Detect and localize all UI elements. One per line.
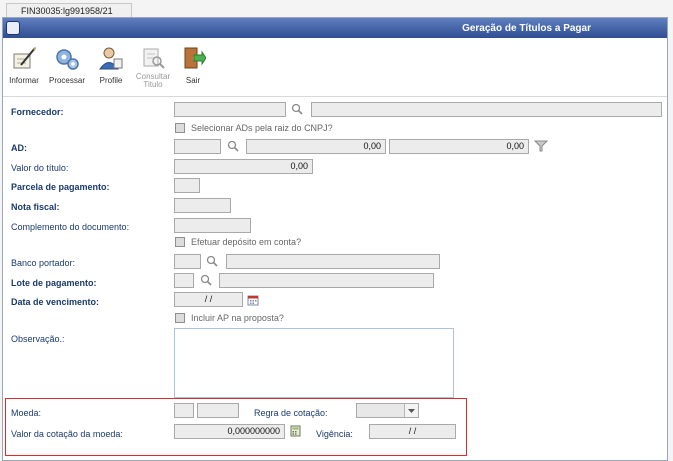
observacao-label: Observação.: <box>11 334 65 344</box>
fornecedor-code-input[interactable] <box>174 102 286 117</box>
banco-portador-name-input[interactable] <box>226 254 440 269</box>
calculator-icon[interactable] <box>290 425 301 437</box>
ad-value2-input[interactable]: 0,00 <box>389 139 529 154</box>
sair-button[interactable]: Sair <box>178 45 208 91</box>
lote-pagamento-label: Lote de pagamento: <box>11 278 97 288</box>
informar-label: Informar <box>9 76 39 85</box>
incluir-ap-checkbox[interactable] <box>175 313 185 323</box>
regra-cotacao-label: Regra de cotação: <box>254 408 328 418</box>
complemento-input[interactable] <box>174 218 251 233</box>
parcela-label: Parcela de pagamento: <box>11 182 110 192</box>
data-vencimento-input[interactable]: / / <box>174 292 243 307</box>
search-icon[interactable] <box>291 103 303 115</box>
window-title: Geração de Títulos a Pagar <box>462 23 591 34</box>
calendar-icon[interactable] <box>247 294 259 306</box>
user-profile-icon <box>99 47 123 70</box>
chevron-down-icon[interactable] <box>404 404 418 417</box>
lote-pagamento-code-input[interactable] <box>174 273 194 288</box>
exit-door-icon <box>184 47 207 69</box>
nota-fiscal-label: Nota fiscal: <box>11 202 60 212</box>
banco-portador-label: Banco portador: <box>11 258 76 268</box>
filter-icon[interactable] <box>534 139 548 153</box>
data-vencimento-label: Data de vencimento: <box>11 297 100 307</box>
ad-code-input[interactable] <box>174 139 221 154</box>
search-icon[interactable] <box>206 255 218 267</box>
consultar-titulo-button[interactable]: Consultar Titulo <box>133 45 173 91</box>
document-search-icon <box>143 48 165 69</box>
profile-label: Profile <box>99 76 123 85</box>
pencil-notepad-icon <box>13 47 36 69</box>
vigencia-input[interactable]: / / <box>369 424 456 439</box>
sair-label: Sair <box>185 76 201 85</box>
moeda-label: Moeda: <box>11 408 42 418</box>
complemento-label: Complemento do documento: <box>11 222 130 232</box>
ad-value1-input[interactable]: 0,00 <box>246 139 386 154</box>
informar-button[interactable]: Informar <box>7 45 41 91</box>
ad-label: AD: <box>11 143 27 153</box>
search-icon[interactable] <box>200 274 212 286</box>
valor-cotacao-label: Valor da cotação da moeda: <box>11 429 123 439</box>
efetuar-deposito-checkbox[interactable] <box>175 237 185 247</box>
vigencia-label: Vigência: <box>316 429 353 439</box>
document-tab-label: FIN30035:lg991958/21 <box>21 6 113 16</box>
valor-cotacao-input[interactable]: 0,000000000 <box>174 424 285 439</box>
valor-titulo-label: Valor do título: <box>11 163 69 173</box>
incluir-ap-label: Incluir AP na proposta? <box>191 313 284 323</box>
parcela-input[interactable] <box>174 178 200 193</box>
moeda-code-input[interactable] <box>174 403 194 418</box>
nota-fiscal-input[interactable] <box>174 198 231 213</box>
processar-button[interactable]: Processar <box>46 45 88 91</box>
gears-icon <box>56 49 79 70</box>
banco-portador-code-input[interactable] <box>174 254 201 269</box>
fornecedor-name-input[interactable] <box>311 102 662 117</box>
observacao-textarea[interactable] <box>174 328 454 398</box>
app-icon <box>6 21 20 35</box>
titulo-label: Titulo <box>143 80 163 89</box>
search-icon[interactable] <box>227 140 239 152</box>
valor-titulo-input[interactable]: 0,00 <box>174 159 313 174</box>
regra-cotacao-select[interactable] <box>356 403 419 418</box>
selecionar-ads-label: Selecionar ADs pela raiz do CNPJ? <box>191 123 333 133</box>
selecionar-ads-checkbox[interactable] <box>175 123 185 133</box>
moeda-name-input[interactable] <box>197 403 239 418</box>
lote-pagamento-name-input[interactable] <box>219 273 434 288</box>
toolbar-divider <box>3 96 667 97</box>
document-tab[interactable]: FIN30035:lg991958/21 <box>6 3 132 17</box>
processar-label: Processar <box>48 76 85 85</box>
profile-button[interactable]: Profile <box>94 45 128 91</box>
efetuar-deposito-label: Efetuar depósito em conta? <box>191 237 302 247</box>
fornecedor-label: Fornecedor: <box>11 107 64 117</box>
